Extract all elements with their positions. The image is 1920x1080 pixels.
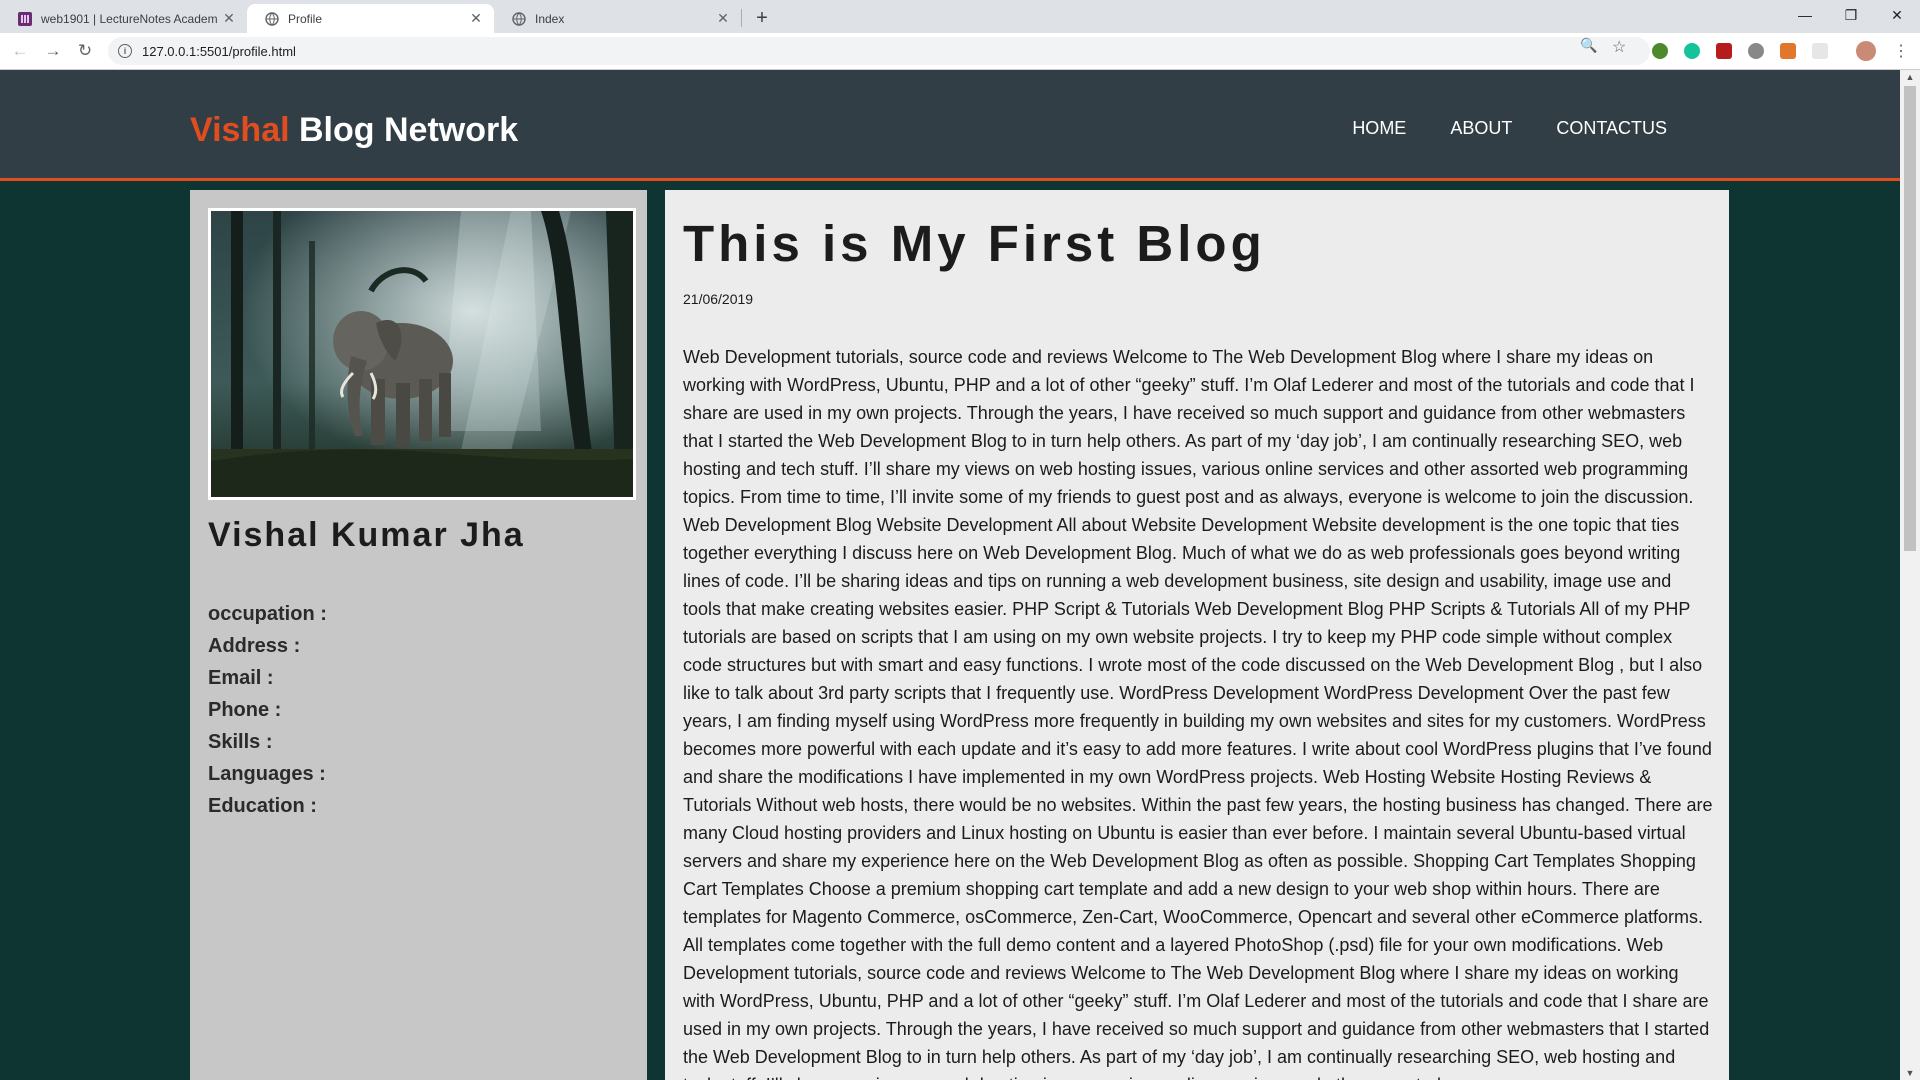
tab-index[interactable]: Index ✕ <box>494 4 741 33</box>
close-window-icon[interactable]: ✕ <box>1874 0 1920 30</box>
field-address: Address : <box>208 635 301 657</box>
close-tab-icon[interactable]: ✕ <box>468 10 484 27</box>
tab-divider <box>741 9 742 27</box>
tab-title: Profile <box>288 11 323 26</box>
scrollbar-thumb[interactable] <box>1904 86 1916 551</box>
site-info-icon[interactable]: i <box>118 44 132 58</box>
new-tab-button[interactable]: + <box>748 4 776 33</box>
bookmark-star-icon[interactable]: ☆ <box>1612 37 1626 57</box>
profile-avatar[interactable] <box>1856 41 1876 61</box>
extension-icon[interactable] <box>1780 43 1796 59</box>
brand-first-word: Vishal <box>190 111 290 149</box>
nav-about[interactable]: ABOUT <box>1450 118 1512 139</box>
tab-profile[interactable]: Profile ✕ <box>247 4 494 33</box>
blog-body: Web Development tutorials, source code a… <box>683 347 1713 1080</box>
page-viewport: Vishal Blog Network HOME ABOUT CONTACTUS <box>0 70 1900 1080</box>
tab-title: Index <box>535 11 565 26</box>
forward-arrow-icon[interactable]: → <box>41 39 65 63</box>
field-education: Education : <box>208 795 317 817</box>
main-nav: HOME ABOUT CONTACTUS <box>1308 118 1667 139</box>
extension-icon[interactable] <box>1812 43 1828 59</box>
scroll-up-arrow-icon[interactable]: ▲ <box>1900 70 1920 84</box>
field-languages: Languages : <box>208 763 326 785</box>
tab-title: web1901 | LectureNotes Academ <box>41 11 218 26</box>
page-scrollbar[interactable]: ▲ ▼ <box>1900 70 1920 1080</box>
zoom-icon[interactable]: 🔍 <box>1580 37 1597 54</box>
address-bar[interactable]: i 127.0.0.1:5501/profile.html <box>108 37 1650 65</box>
nav-home[interactable]: HOME <box>1352 118 1406 139</box>
menu-kebab-icon[interactable]: ⋮ <box>1893 41 1909 61</box>
globe-icon <box>265 11 279 26</box>
nav-contactus[interactable]: CONTACTUS <box>1556 118 1667 139</box>
extension-icon[interactable] <box>1652 43 1668 59</box>
elephant-forest-image <box>211 211 633 497</box>
site-logo[interactable]: Vishal Blog Network <box>190 111 518 150</box>
blog-post: This is My First Blog 21/06/2019 Web Dev… <box>665 190 1729 1080</box>
profile-name: Vishal Kumar Jha <box>208 516 525 554</box>
url-text: 127.0.0.1:5501/profile.html <box>142 43 296 59</box>
blog-date: 21/06/2019 <box>683 291 754 307</box>
browser-toolbar: ← → ↻ i 127.0.0.1:5501/profile.html 🔍 ☆ … <box>0 33 1920 70</box>
extension-icon[interactable] <box>1748 43 1764 59</box>
scroll-down-arrow-icon[interactable]: ▼ <box>1900 1066 1920 1080</box>
reload-icon[interactable]: ↻ <box>73 39 97 63</box>
site-header: Vishal Blog Network HOME ABOUT CONTACTUS <box>0 70 1900 181</box>
profile-field-list: occupation : Address : Email : Phone : S… <box>208 598 327 822</box>
back-arrow-icon[interactable]: ← <box>8 39 32 63</box>
lecturenotes-favicon-icon <box>18 11 32 26</box>
minimize-icon[interactable]: — <box>1782 0 1828 30</box>
field-occupation: occupation : <box>208 603 327 625</box>
tab-lecturenotes[interactable]: web1901 | LectureNotes Academ ✕ <box>0 4 247 33</box>
restore-icon[interactable]: ❐ <box>1828 0 1874 30</box>
blog-title: This is My First Blog <box>683 215 1266 272</box>
brand-rest: Blog Network <box>299 111 519 149</box>
field-email: Email : <box>208 667 274 689</box>
close-tab-icon[interactable]: ✕ <box>221 10 237 27</box>
globe-icon <box>512 11 526 26</box>
profile-sidebar: Vishal Kumar Jha occupation : Address : … <box>190 190 647 1080</box>
field-phone: Phone : <box>208 699 282 721</box>
shield-extension-icon[interactable] <box>1716 43 1732 59</box>
close-tab-icon[interactable]: ✕ <box>715 10 731 27</box>
profile-photo <box>208 208 636 500</box>
browser-tab-strip: web1901 | LectureNotes Academ ✕ Profile … <box>0 0 1920 33</box>
field-skills: Skills : <box>208 731 273 753</box>
grammarly-icon[interactable] <box>1684 43 1700 59</box>
